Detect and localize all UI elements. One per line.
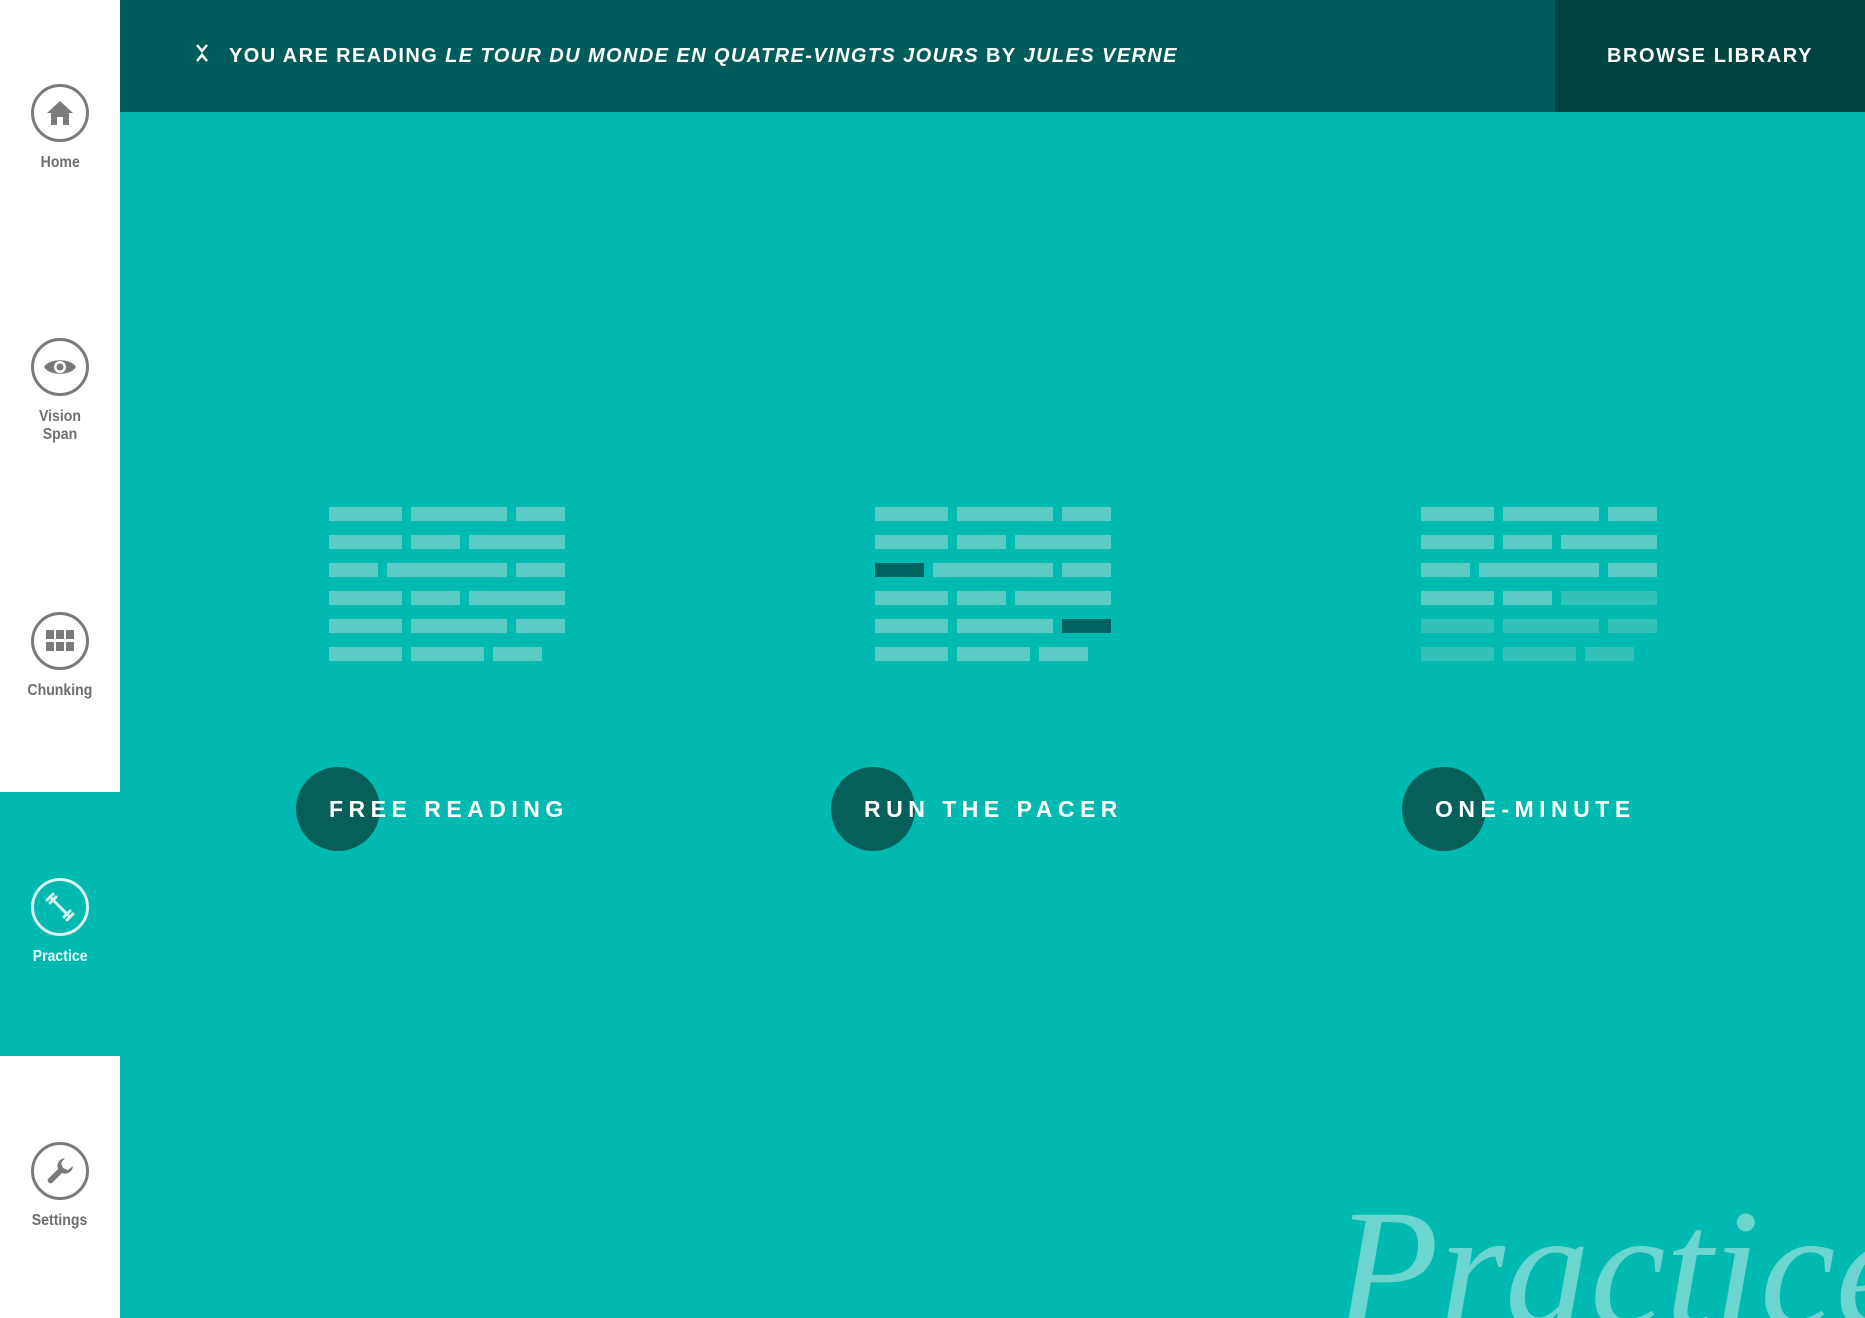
browse-library-button[interactable]: BROWSE LIBRARY [1555,0,1865,112]
sidebar-item-settings[interactable]: Settings [0,1142,120,1252]
fading-lines-icon [1421,505,1661,665]
free-reading-button[interactable]: FREE READING [296,767,563,851]
eye-icon [31,338,89,396]
sidebar-nav: Home Vision Span Chunking Practice Setti… [0,0,120,1318]
text-lines-icon [329,505,569,665]
sidebar-item-label: Practice [32,948,88,965]
current-book-banner: YOU ARE READING LE TOUR DU MONDE EN QUAT… [195,0,1178,112]
wrench-icon [31,1142,89,1200]
sidebar-item-chunking[interactable]: Chunking [0,612,120,722]
mode-label: ONE-MINUTE [1435,795,1636,822]
collapse-icon[interactable] [195,43,215,69]
sidebar-item-home[interactable]: Home [0,84,120,194]
sidebar-item-label: Chunking [27,682,93,699]
mode-label: RUN THE PACER [864,795,1123,822]
sidebar-item-vision-span[interactable]: Vision Span [0,338,120,468]
one-minute-button[interactable]: ONE-MINUTE [1402,767,1630,851]
sidebar-item-label: Vision Span [39,408,81,443]
reading-prefix: YOU ARE READING [229,44,439,67]
mode-run-the-pacer [875,505,1115,665]
mode-label: FREE READING [329,795,569,822]
book-title: LE TOUR DU MONDE EN QUATRE-VINGTS JOURS [445,44,980,67]
grid-icon [31,612,89,670]
page-heading-watermark: Practice [1334,1175,1865,1318]
mode-free-reading [329,505,569,665]
page-heading: Practice [1334,1175,1865,1318]
home-icon [31,84,89,142]
dumbbell-icon [31,878,89,936]
by-label: BY [986,44,1017,67]
pacer-lines-icon [875,505,1115,665]
mode-one-minute [1421,505,1661,665]
run-the-pacer-button[interactable]: RUN THE PACER [831,767,1117,851]
sidebar-item-label: Home [40,154,80,171]
book-author: JULES VERNE [1023,44,1178,67]
sidebar-item-practice[interactable]: Practice [0,792,120,1056]
sidebar-item-label: Settings [32,1212,88,1229]
top-bar: YOU ARE READING LE TOUR DU MONDE EN QUAT… [120,0,1865,112]
